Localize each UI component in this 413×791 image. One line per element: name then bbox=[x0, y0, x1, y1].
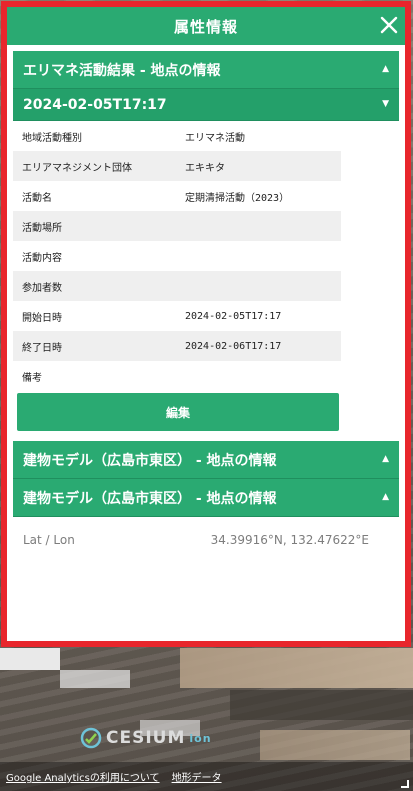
property-value: 2024-02-05T17:17 bbox=[185, 310, 282, 322]
terrain-data-link[interactable]: 地形データ bbox=[172, 769, 222, 784]
panel-title: 属性情報 bbox=[173, 17, 238, 36]
table-row: 地域活動種別 エリマネ活動 bbox=[13, 121, 341, 151]
chevron-up-icon: ▲ bbox=[382, 64, 389, 74]
property-key: 開始日時 bbox=[22, 312, 62, 324]
property-key: 地域活動種別 bbox=[22, 132, 82, 144]
table-row: 活動名 定期清掃活動（2023） bbox=[13, 181, 341, 211]
map-building bbox=[60, 670, 130, 688]
property-key: 活動内容 bbox=[22, 252, 62, 264]
property-value bbox=[173, 241, 341, 271]
panel-header: 属性情報 bbox=[7, 7, 405, 45]
table-row: 活動場所 bbox=[13, 211, 341, 241]
map-shadow bbox=[230, 690, 413, 720]
property-key: 終了日時 bbox=[13, 331, 173, 361]
property-key: 活動名 bbox=[22, 192, 52, 204]
cesium-logo[interactable]: CESIUM ion bbox=[80, 727, 212, 749]
map-attribution-bar: Google Analyticsの利用について 地形データ bbox=[0, 762, 413, 791]
property-value: 定期清掃活動（2023） bbox=[185, 192, 290, 204]
close-icon[interactable] bbox=[379, 15, 399, 35]
section-record-title: 2024-02-05T17:17 bbox=[23, 96, 167, 113]
section-building2-header[interactable]: 建物モデル（広島市東区） - 地点の情報 ▲ bbox=[13, 479, 399, 517]
latlon-label: Lat / Lon bbox=[23, 533, 75, 547]
cesium-suffix: ion bbox=[189, 731, 212, 745]
google-analytics-link[interactable]: Google Analyticsの利用について bbox=[6, 769, 160, 784]
property-key: エリアマネジメント団体 bbox=[13, 151, 173, 181]
property-value bbox=[173, 361, 341, 391]
section-activity-header[interactable]: エリマネ活動結果 - 地点の情報 ▲ bbox=[13, 51, 399, 89]
property-value: エキキタ bbox=[173, 151, 341, 181]
chevron-up-icon: ▲ bbox=[382, 492, 389, 502]
section-building1-title: 建物モデル（広島市東区） - 地点の情報 bbox=[23, 452, 277, 469]
edit-button[interactable]: 編集 bbox=[17, 393, 339, 431]
property-value bbox=[173, 271, 341, 301]
table-row: 参加者数 bbox=[13, 271, 341, 301]
section-building2-title: 建物モデル（広島市東区） - 地点の情報 bbox=[23, 490, 277, 507]
attribute-panel: 属性情報 エリマネ活動結果 - 地点の情報 ▲ 2024-02-05T17:17… bbox=[1, 1, 411, 647]
map-road bbox=[260, 730, 410, 760]
latlon-value: 34.39916°N, 132.47622°E bbox=[210, 533, 369, 547]
property-value: エリマネ活動 bbox=[185, 132, 245, 144]
property-value bbox=[173, 211, 341, 241]
table-row: 備考 bbox=[13, 361, 341, 391]
section-activity-title: エリマネ活動結果 - 地点の情報 bbox=[23, 62, 221, 79]
property-value: 2024-02-06T17:17 bbox=[173, 331, 341, 361]
map-road bbox=[180, 648, 413, 688]
chevron-down-icon: ▼ bbox=[382, 99, 389, 109]
property-key: 備考 bbox=[22, 372, 42, 384]
properties-table: 地域活動種別 エリマネ活動 エリアマネジメント団体 エキキタ 活動名 定期清掃活… bbox=[13, 121, 341, 391]
section-record-header[interactable]: 2024-02-05T17:17 ▼ bbox=[13, 89, 399, 121]
map-building bbox=[0, 648, 60, 670]
table-row: エリアマネジメント団体 エキキタ bbox=[13, 151, 341, 181]
table-row: 開始日時 2024-02-05T17:17 bbox=[13, 301, 341, 331]
table-row: 終了日時 2024-02-06T17:17 bbox=[13, 331, 341, 361]
section-building1-header[interactable]: 建物モデル（広島市東区） - 地点の情報 ▲ bbox=[13, 441, 399, 479]
resize-corner-icon[interactable] bbox=[401, 780, 409, 788]
cesium-icon bbox=[80, 727, 102, 749]
table-row: 活動内容 bbox=[13, 241, 341, 271]
latlon-row: Lat / Lon 34.39916°N, 132.47622°E bbox=[13, 521, 399, 559]
chevron-up-icon: ▲ bbox=[382, 454, 389, 464]
property-key: 活動場所 bbox=[13, 211, 173, 241]
cesium-label: CESIUM bbox=[106, 728, 186, 748]
property-key: 参加者数 bbox=[13, 271, 173, 301]
